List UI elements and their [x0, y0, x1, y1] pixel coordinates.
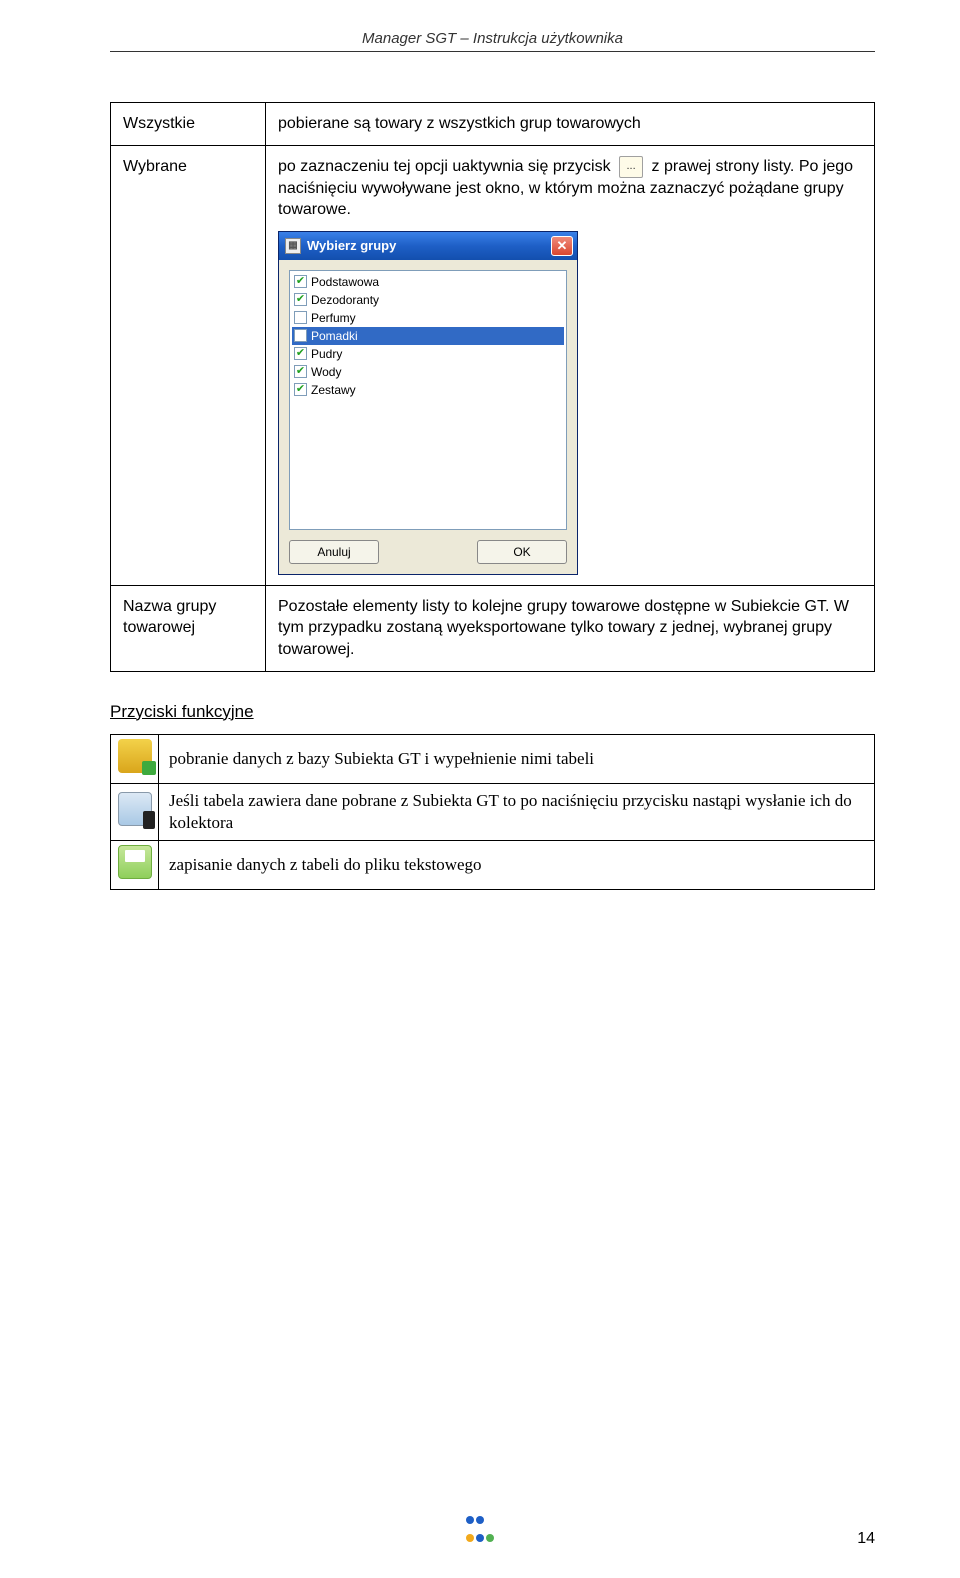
checkbox-icon[interactable]: ✔	[294, 383, 307, 396]
table-row: pobranie danych z bazy Subiekta GT i wyp…	[111, 734, 875, 783]
row-label: Wszystkie	[111, 103, 266, 146]
checkbox-icon[interactable]: ✔	[294, 293, 307, 306]
save-file-icon	[118, 845, 152, 879]
row-label: Wybrane	[111, 145, 266, 585]
list-item[interactable]: ✔ Podstawowa	[292, 273, 564, 291]
select-groups-dialog: ▦ Wybierz grupy ✕ ✔ Podstawowa ✔ Dezodorant…	[278, 231, 578, 575]
row-desc: pobranie danych z bazy Subiekta GT i wyp…	[159, 734, 875, 783]
section-heading: Przyciski funkcyjne	[110, 702, 875, 722]
icon-table: pobranie danych z bazy Subiekta GT i wyp…	[110, 734, 875, 890]
fetch-db-icon	[118, 739, 152, 773]
app-icon: ▦	[285, 238, 301, 254]
list-item[interactable]: Perfumy	[292, 309, 564, 327]
cancel-button[interactable]: Anuluj	[289, 540, 379, 564]
checkbox-icon[interactable]: ✔	[294, 275, 307, 288]
table-row: zapisanie danych z tabeli do pliku tekst…	[111, 840, 875, 889]
list-item-label: Wody	[311, 364, 341, 380]
row-desc: pobierane są towary z wszystkich grup to…	[266, 103, 875, 146]
list-item[interactable]: ✔ Dezodoranty	[292, 291, 564, 309]
table-row: Wszystkie pobierane są towary z wszystki…	[111, 103, 875, 146]
list-item-label: Perfumy	[311, 310, 356, 326]
list-item-label: Podstawowa	[311, 274, 379, 290]
page-number: 14	[857, 1530, 875, 1548]
row-desc: zapisanie danych z tabeli do pliku tekst…	[159, 840, 875, 889]
toolbar-icon-cell	[111, 840, 159, 889]
list-item-label: Pomadki	[311, 328, 358, 344]
send-collector-icon	[118, 792, 152, 826]
row-desc: Jeśli tabela zawiera dane pobrane z Subi…	[159, 783, 875, 840]
close-icon[interactable]: ✕	[551, 236, 573, 256]
checkbox-icon[interactable]: ✔	[294, 365, 307, 378]
list-item[interactable]: Pomadki	[292, 327, 564, 345]
checkbox-icon[interactable]: ✔	[294, 347, 307, 360]
definition-table: Wszystkie pobierane są towary z wszystki…	[110, 102, 875, 672]
toolbar-icon-cell	[111, 783, 159, 840]
browse-button-icon[interactable]: ...	[619, 156, 643, 178]
row-desc: Pozostałe elementy listy to kolejne grup…	[266, 585, 875, 671]
row-desc: po zaznaczeniu tej opcji uaktywnia się p…	[266, 145, 875, 585]
list-item[interactable]: ✔ Wody	[292, 363, 564, 381]
checkbox-icon[interactable]	[294, 311, 307, 324]
list-item[interactable]: ✔ Pudry	[292, 345, 564, 363]
table-row: Nazwa grupy towarowej Pozostałe elementy…	[111, 585, 875, 671]
dialog-body: ✔ Podstawowa ✔ Dezodoranty Perfumy Pomadki ✔ Pu…	[279, 260, 577, 574]
header-rule	[110, 51, 875, 52]
desc-part: po zaznaczeniu tej opcji uaktywnia się p…	[278, 158, 611, 175]
list-item-label: Pudry	[311, 346, 342, 362]
ok-button[interactable]: OK	[477, 540, 567, 564]
dialog-title: Wybierz grupy	[307, 237, 396, 255]
row-label: Nazwa grupy towarowej	[111, 585, 266, 671]
table-row: Jeśli tabela zawiera dane pobrane z Subi…	[111, 783, 875, 840]
dialog-titlebar: ▦ Wybierz grupy ✕	[279, 232, 577, 260]
checkbox-icon[interactable]	[294, 329, 307, 342]
page-header: Manager SGT – Instrukcja użytkownika	[110, 30, 875, 47]
table-row: Wybrane po zaznaczeniu tej opcji uaktywn…	[111, 145, 875, 585]
list-item[interactable]: ✔ Zestawy	[292, 381, 564, 399]
list-item-label: Zestawy	[311, 382, 356, 398]
list-item-label: Dezodoranty	[311, 292, 379, 308]
group-list[interactable]: ✔ Podstawowa ✔ Dezodoranty Perfumy Pomadki ✔ Pu…	[289, 270, 567, 530]
toolbar-icon-cell	[111, 734, 159, 783]
footer-logo	[465, 1512, 495, 1548]
